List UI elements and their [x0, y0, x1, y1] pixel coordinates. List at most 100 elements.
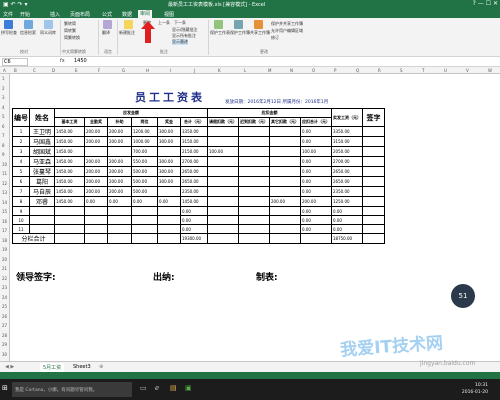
cell-d1[interactable] — [207, 224, 239, 234]
cell-d2[interactable] — [238, 126, 270, 137]
cell-no[interactable]: 11 — [12, 224, 30, 234]
cell-bonus[interactable]: 300.00 — [157, 126, 181, 137]
cell-dt[interactable]: 200.00 — [300, 196, 332, 207]
cell-total[interactable]: 0.00 — [180, 206, 208, 216]
row-header[interactable]: 15 — [2, 209, 7, 214]
share-workbook-button[interactable]: 共享工作簿 — [250, 30, 270, 36]
cell-d3[interactable] — [269, 224, 301, 234]
excel-taskbar-icon[interactable]: ▣ — [185, 384, 192, 392]
cell-bonus[interactable]: 0.00 — [157, 196, 181, 207]
cell-a1[interactable]: 200.00 — [84, 126, 108, 137]
cell-d3[interactable] — [269, 146, 301, 157]
windows-start-icon[interactable]: ⊞ — [2, 384, 8, 392]
row-header[interactable]: 4 — [2, 105, 5, 110]
column-header[interactable]: G — [122, 68, 125, 73]
row-header[interactable]: 26 — [2, 314, 7, 319]
column-header[interactable]: H — [146, 68, 149, 73]
cell-a2[interactable]: 200.00 — [107, 156, 132, 167]
cell-a1[interactable]: 200.00 — [84, 176, 108, 187]
cell-total[interactable]: 2700.00 — [180, 156, 208, 167]
cell-a2[interactable] — [107, 215, 132, 225]
cell-actual[interactable]: 1250.00 — [331, 196, 363, 207]
cell-d2[interactable] — [238, 206, 270, 216]
column-header[interactable]: K — [218, 68, 221, 73]
cell-post[interactable] — [131, 215, 158, 225]
cell-a2[interactable]: 0.00 — [107, 196, 132, 207]
column-header[interactable]: F — [98, 68, 100, 73]
cell-actual[interactable]: 2050.00 — [331, 146, 363, 157]
cell-d2[interactable] — [238, 166, 270, 177]
cell-a1[interactable]: 200.00 — [84, 136, 108, 147]
column-header[interactable]: V — [466, 68, 469, 73]
column-header[interactable]: D — [52, 68, 55, 73]
cell-no[interactable]: 2 — [12, 136, 30, 147]
row-header[interactable]: 7 — [2, 133, 5, 138]
subtotal-total[interactable]: 19300.00 — [180, 233, 208, 244]
column-header[interactable]: A — [3, 68, 6, 73]
column-header[interactable]: B — [14, 68, 17, 73]
tab-review[interactable]: 审阅 — [138, 10, 153, 18]
cell-a2[interactable] — [107, 206, 132, 216]
cell-name[interactable]: 邓睿 — [29, 196, 55, 207]
row-header[interactable]: 12 — [2, 181, 7, 186]
row-header[interactable]: 17 — [2, 228, 7, 233]
cell-d3[interactable] — [269, 176, 301, 187]
cell-d2[interactable] — [238, 176, 270, 187]
column-header[interactable]: S — [400, 68, 403, 73]
help-icon[interactable]: ? — [473, 0, 476, 7]
cell-d2[interactable] — [238, 186, 270, 197]
tab-file[interactable]: 文件 — [1, 11, 15, 18]
cell-actual[interactable]: 2350.00 — [331, 186, 363, 197]
cell-a1[interactable] — [84, 215, 108, 225]
cell-dt[interactable]: 0.00 — [300, 224, 332, 234]
row-header[interactable]: 11 — [2, 171, 7, 176]
cell-signature[interactable] — [362, 146, 385, 157]
row-header[interactable]: 2 — [2, 86, 5, 91]
formula-input[interactable]: 1450 — [74, 58, 87, 64]
row-header[interactable]: 27 — [2, 323, 7, 328]
row-header[interactable]: 3 — [2, 95, 5, 100]
cell-actual[interactable]: 0.00 — [331, 215, 363, 225]
cell-no[interactable]: 10 — [12, 215, 30, 225]
cell-name[interactable]: 张蔓琴 — [29, 166, 55, 177]
cell-actual[interactable]: 3350.00 — [331, 126, 363, 137]
cell-name[interactable] — [29, 206, 55, 216]
cell-signature[interactable] — [362, 224, 385, 234]
edge-icon[interactable]: ℯ — [155, 384, 159, 392]
row-header[interactable]: 9 — [2, 152, 5, 157]
cell-post[interactable]: 500.00 — [131, 186, 158, 197]
tab-formulas[interactable]: 公式 — [100, 11, 114, 18]
tab-page-layout[interactable]: 页面布局 — [68, 11, 92, 18]
window-controls[interactable]: ? — ☐ ✕ — [473, 0, 498, 7]
cell-actual[interactable]: 0.00 — [331, 206, 363, 216]
row-header[interactable]: 10 — [2, 162, 7, 167]
cell-signature[interactable] — [362, 206, 385, 216]
cell-d3[interactable] — [269, 166, 301, 177]
column-header[interactable]: W — [488, 68, 492, 73]
cell-total[interactable]: 2350.00 — [180, 186, 208, 197]
row-header[interactable]: 16 — [2, 219, 7, 224]
cell-actual[interactable]: 3150.00 — [331, 136, 363, 147]
cell-d2[interactable] — [238, 156, 270, 167]
cell-total[interactable]: 3350.00 — [180, 126, 208, 137]
cell-base[interactable]: 1450.00 — [54, 186, 85, 197]
allow-edit-ranges-button[interactable]: 允许用户编辑区域 — [271, 28, 303, 34]
cell-dt[interactable]: 0.00 — [300, 215, 332, 225]
cell-d1[interactable]: 100.00 — [207, 146, 239, 157]
new-comment-button[interactable]: 新建批注 — [119, 30, 135, 36]
row-header[interactable]: 14 — [2, 200, 7, 205]
protect-workbook-button[interactable]: 保护工作簿 — [230, 30, 250, 36]
explorer-icon[interactable]: ▤ — [170, 384, 177, 392]
cell-d1[interactable] — [207, 206, 239, 216]
cell-post[interactable]: 550.00 — [131, 156, 158, 167]
cell-post[interactable]: 1200.00 — [131, 126, 158, 137]
row-header[interactable]: 1 — [2, 76, 5, 81]
cell-name[interactable] — [29, 215, 55, 225]
close-button[interactable]: ✕ — [493, 0, 498, 7]
row-header[interactable]: 13 — [2, 190, 7, 195]
cell-name[interactable]: 胡国斌 — [29, 146, 55, 157]
row-header[interactable]: 29 — [2, 342, 7, 347]
cell-a1[interactable] — [84, 146, 108, 157]
cell-d1[interactable] — [207, 196, 239, 207]
cell-dt[interactable]: 0.00 — [300, 206, 332, 216]
